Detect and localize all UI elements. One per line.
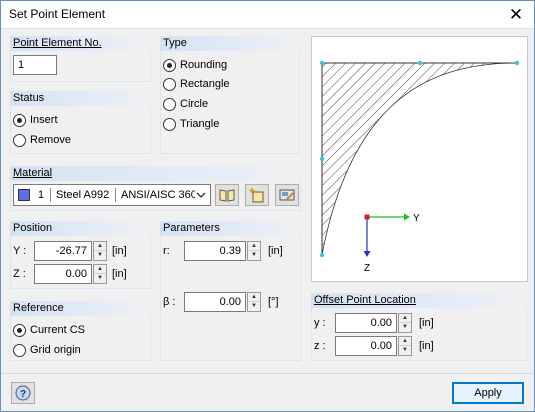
spin-up-icon[interactable]: ▲ xyxy=(94,265,106,274)
point-element-header: Point Element No. xyxy=(13,37,102,49)
spin-down-icon[interactable]: ▼ xyxy=(248,251,260,260)
spin-up-icon[interactable]: ▲ xyxy=(399,314,411,323)
parameter-r-field[interactable]: 0.39 xyxy=(184,241,246,261)
node-point xyxy=(514,60,520,66)
axis-y-arrow xyxy=(404,213,410,221)
position-z-spinner[interactable]: ▲ ▼ xyxy=(93,264,107,284)
hatched-region xyxy=(321,62,518,256)
offset-z-label: z : xyxy=(314,340,326,352)
axis-y-label: Y xyxy=(413,213,420,224)
new-material-button[interactable] xyxy=(245,184,269,206)
position-y-spinner[interactable]: ▲ ▼ xyxy=(93,241,107,261)
radio-triangle[interactable] xyxy=(163,118,176,131)
preview-drawing: Y Z xyxy=(319,60,520,274)
node-point xyxy=(319,60,325,66)
new-material-icon xyxy=(249,187,265,206)
spin-down-icon[interactable]: ▼ xyxy=(248,302,260,311)
library-icon xyxy=(219,188,235,205)
spin-down-icon[interactable]: ▼ xyxy=(399,323,411,332)
radio-rounding[interactable] xyxy=(163,59,176,72)
material-header: Material xyxy=(13,167,53,179)
offset-z-spinner[interactable]: ▲ ▼ xyxy=(398,336,412,356)
position-group: Position Y : -26.77 ▲ ▼ [in] Z : 0.00 ▲ … xyxy=(10,221,151,289)
position-z-unit: [in] xyxy=(112,268,127,280)
status-group: Status Insert Remove xyxy=(10,91,151,154)
offset-y-field[interactable]: 0.00 xyxy=(335,313,397,333)
shape-preview: Y Z xyxy=(311,36,528,282)
material-standard: ANSI/AISC 360 xyxy=(121,189,195,201)
position-z-label: Z : xyxy=(13,268,26,280)
radio-rectangle[interactable] xyxy=(163,78,176,91)
parameter-beta-unit: [°] xyxy=(268,296,279,308)
parameter-r-unit: [in] xyxy=(268,245,283,257)
spin-up-icon[interactable]: ▲ xyxy=(248,293,260,302)
axis-origin xyxy=(364,214,370,220)
offset-y-label: y : xyxy=(314,317,326,329)
material-name: Steel A992 xyxy=(56,189,110,201)
type-group: Type Rounding Rectangle Circle Triangle xyxy=(160,36,300,154)
close-button[interactable]: ✕ xyxy=(506,5,526,25)
offset-y-unit: [in] xyxy=(419,317,434,329)
offset-z-field[interactable]: 0.00 xyxy=(335,336,397,356)
spin-down-icon[interactable]: ▼ xyxy=(399,346,411,355)
point-element-number-field[interactable]: 1 xyxy=(13,55,57,75)
title-bar: Set Point Element ✕ xyxy=(1,1,534,29)
node-point xyxy=(319,252,325,258)
axis-z-label: Z xyxy=(364,263,370,274)
type-header: Type xyxy=(163,37,187,49)
parameter-r-spinner[interactable]: ▲ ▼ xyxy=(247,241,261,261)
point-element-group: Point Element No. 1 xyxy=(10,36,151,82)
offset-z-unit: [in] xyxy=(419,340,434,352)
parameter-beta-field[interactable]: 0.00 xyxy=(184,292,246,312)
parameters-group: Parameters r: 0.39 ▲ ▼ [in] β : 0.00 ▲ ▼… xyxy=(160,221,301,361)
radio-current-cs[interactable] xyxy=(13,324,26,337)
node-point xyxy=(319,156,325,162)
position-header: Position xyxy=(13,222,53,234)
status-header: Status xyxy=(13,92,45,104)
help-button[interactable]: ? xyxy=(11,382,35,404)
parameter-beta-spinner[interactable]: ▲ ▼ xyxy=(247,292,261,312)
dialog-title: Set Point Element xyxy=(9,7,106,21)
radio-grid-origin[interactable] xyxy=(13,344,26,357)
position-y-label: Y : xyxy=(13,245,27,257)
chevron-down-icon[interactable] xyxy=(195,188,207,202)
edit-material-icon xyxy=(279,188,295,205)
offset-y-spinner[interactable]: ▲ ▼ xyxy=(398,313,412,333)
spin-down-icon[interactable]: ▼ xyxy=(94,251,106,260)
node-point xyxy=(417,60,423,66)
apply-button[interactable]: Apply xyxy=(452,382,524,404)
material-library-button[interactable] xyxy=(215,184,239,206)
spin-down-icon[interactable]: ▼ xyxy=(94,274,106,283)
material-group: Material 1 Steel A992 ANSI/AISC 360 xyxy=(10,166,301,211)
edit-material-button[interactable] xyxy=(275,184,299,206)
position-y-unit: [in] xyxy=(112,245,127,257)
radio-circle[interactable] xyxy=(163,98,176,111)
material-number: 1 xyxy=(38,189,45,201)
material-color-swatch xyxy=(18,189,30,201)
offset-group: Offset Point Location y : 0.00 ▲ ▼ [in] … xyxy=(311,293,527,361)
parameters-header: Parameters xyxy=(163,222,220,234)
close-icon: ✕ xyxy=(508,5,524,24)
radio-remove[interactable] xyxy=(13,134,26,147)
radio-insert[interactable] xyxy=(13,114,26,127)
parameter-beta-label: β : xyxy=(163,296,176,308)
spin-up-icon[interactable]: ▲ xyxy=(94,242,106,251)
position-y-field[interactable]: -26.77 xyxy=(34,241,92,261)
position-z-field[interactable]: 0.00 xyxy=(34,264,92,284)
spin-up-icon[interactable]: ▲ xyxy=(248,242,260,251)
reference-header: Reference xyxy=(13,302,64,314)
footer-divider xyxy=(1,373,534,374)
dialog-window: Set Point Element ✕ Point Element No. 1 … xyxy=(0,0,535,412)
reference-group: Reference Current CS Grid origin xyxy=(10,301,151,361)
spin-up-icon[interactable]: ▲ xyxy=(399,337,411,346)
material-select[interactable]: 1 Steel A992 ANSI/AISC 360 xyxy=(13,184,211,206)
svg-text:?: ? xyxy=(20,389,26,400)
parameter-r-label: r: xyxy=(163,245,170,257)
offset-header: Offset Point Location xyxy=(314,294,416,306)
axis-z-arrow xyxy=(363,251,371,257)
help-icon: ? xyxy=(15,385,31,404)
